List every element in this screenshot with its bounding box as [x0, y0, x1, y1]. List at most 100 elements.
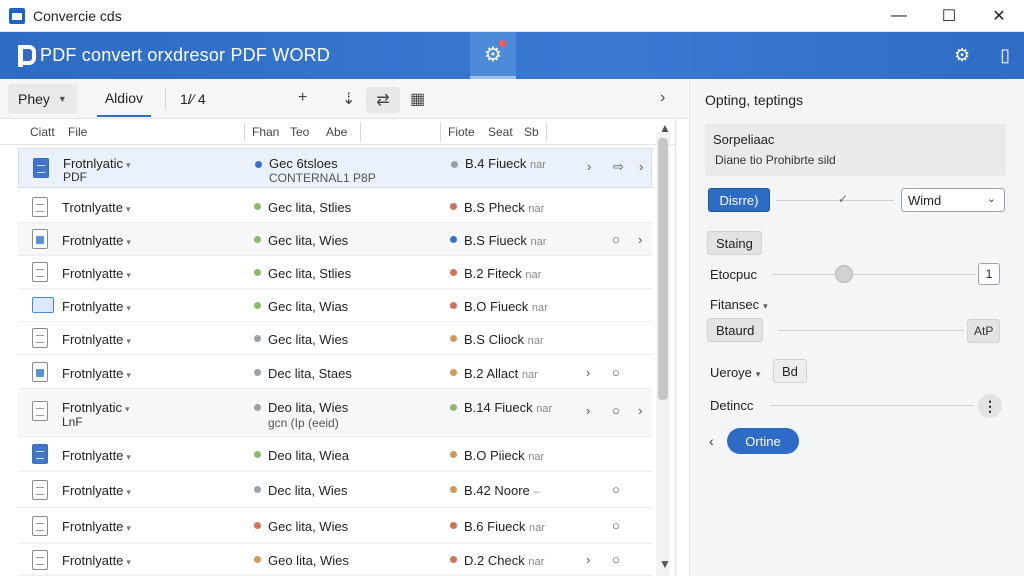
chevron-right-icon[interactable]: › — [586, 552, 590, 567]
table-row[interactable]: Frotnlyatic ▾ LnF Deo lita, Wies gcn (Ip … — [18, 389, 652, 437]
table-row[interactable]: Frotnlyatte ▾ Dec lita, Wies B.42 Noore –… — [18, 472, 652, 508]
format-select[interactable]: Wimd ⌄ — [901, 188, 1005, 212]
table-row[interactable]: Frotnlyatte ▾ Gec lita, Wies B.S Cliock n… — [18, 322, 652, 355]
refresh-icon[interactable]: ○ — [612, 482, 620, 497]
refresh-icon[interactable]: ○ — [612, 232, 620, 247]
header-settings-tab[interactable]: ⚙ — [470, 32, 516, 79]
refresh-icon[interactable]: ○ — [612, 518, 620, 533]
app-header: PDF convert orxdresor PDF WORD ⚙ ⚙ ▯ — [0, 32, 1024, 79]
tab-aldiov[interactable]: Aldiov — [96, 81, 151, 117]
column-header[interactable]: Ciatt — [30, 125, 55, 139]
chevron-right-icon[interactable]: › — [660, 89, 665, 107]
ortine-button[interactable]: Ortine — [727, 428, 799, 454]
table-row[interactable]: Frotnlyatte ▾ Gec lita, Stlies B.2 Fiteck… — [18, 256, 652, 289]
table-row[interactable]: Trotnlyatte ▾ Gec lita, Stlies B.S Pheck … — [18, 191, 652, 223]
row-status: B.S Pheck nar — [464, 200, 545, 215]
column-header[interactable]: Teo — [290, 125, 309, 139]
scroll-up-icon[interactable]: ▲ — [659, 121, 671, 135]
row-detail: Gec lita, Wias — [268, 299, 349, 314]
column-divider — [546, 123, 547, 141]
minimize-button[interactable]: — — [874, 0, 924, 32]
btaurd-chip[interactable]: Btaurd — [707, 318, 764, 342]
status-dot — [450, 522, 457, 529]
ueroye-dropdown[interactable]: Ueroye ▾ — [710, 365, 760, 380]
status-dot — [450, 302, 457, 309]
slider-track[interactable] — [772, 274, 976, 275]
status-dot — [450, 556, 457, 563]
maximize-button[interactable]: ☐ — [924, 0, 974, 32]
download-icon[interactable]: ⇣ — [342, 89, 355, 109]
column-header[interactable]: Fiote — [448, 125, 475, 139]
row-detail: Gec lita, Wies — [268, 233, 349, 248]
document-icon — [32, 197, 48, 217]
filter-dropdown-label: Phey — [18, 90, 50, 107]
table-row[interactable]: Frotnlyatte ▾ Dec lita, Staes B.2 Allact … — [18, 355, 652, 389]
table-row[interactable]: Frotnlyatte ▾ Gec lita, Wies B.6 Fiueck n… — [18, 508, 652, 544]
disrre-button[interactable]: Disrre) — [708, 188, 770, 212]
chevron-right-icon[interactable]: › — [638, 232, 642, 247]
back-arrow-icon[interactable]: ‹ — [709, 433, 714, 449]
chevron-down-icon: ▼ — [57, 93, 67, 104]
fitansec-dropdown[interactable]: Fitansec ▾ — [710, 297, 768, 312]
status-dot — [254, 486, 261, 493]
sort-icon[interactable]: ⇄ — [366, 87, 400, 113]
header-title: PDF convert orxdresor PDF WORD — [40, 45, 331, 65]
column-header[interactable]: Abe — [326, 125, 347, 139]
table-row[interactable]: Frotnlyatte ▾ Gec lita, Wias B.O Fiueck n… — [18, 289, 652, 322]
chevron-right-icon[interactable]: › — [587, 159, 591, 174]
status-dot — [254, 556, 261, 563]
filter-dropdown[interactable]: Phey ▼ — [8, 83, 77, 114]
settings-gear-icon[interactable]: ⚙ — [954, 45, 970, 66]
more-options-icon[interactable]: ⋮ — [978, 394, 1002, 418]
status-dot — [254, 369, 261, 376]
file-name: Frotnlyatte ▾ — [62, 366, 131, 381]
refresh-icon[interactable]: ○ — [612, 365, 620, 380]
option-line — [776, 200, 894, 201]
row-detail: Gec lita, Wies — [268, 519, 349, 534]
status-dot — [254, 302, 261, 309]
grid-view-icon[interactable]: ▦ — [410, 89, 425, 109]
status-dot — [450, 486, 457, 493]
column-header[interactable]: Seat — [488, 125, 513, 139]
chevron-right-icon[interactable]: › — [586, 365, 590, 380]
close-button[interactable]: ✕ — [974, 0, 1024, 32]
slider-knob[interactable] — [835, 265, 853, 283]
refresh-icon[interactable]: ○ — [612, 552, 620, 567]
column-divider — [440, 123, 441, 141]
chevron-right-icon[interactable]: › — [586, 403, 590, 418]
option-line — [778, 330, 964, 331]
convert-arrow-icon[interactable]: ⇨ — [613, 159, 624, 175]
document-icon[interactable]: ▯ — [1000, 45, 1010, 66]
status-dot — [450, 269, 457, 276]
file-type: LnF — [62, 415, 83, 429]
column-header[interactable]: Sb — [524, 125, 539, 139]
add-icon[interactable]: + — [298, 89, 307, 107]
etocpuc-value-box[interactable]: 1 — [978, 263, 1000, 285]
file-name: Frotnlyatte ▾ — [62, 553, 131, 568]
table-row[interactable]: Frotnlyatte ▾ Deo lita, Wiea B.O Piieck n… — [18, 437, 652, 472]
chevron-right-icon[interactable]: › — [638, 403, 642, 418]
table-row[interactable]: Frotnlyatte ▾ Geo lita, Wies D.2 Check na… — [18, 544, 652, 576]
ueroye-value[interactable]: Bd — [773, 359, 807, 383]
column-divider — [360, 123, 361, 141]
column-header[interactable]: File — [68, 125, 87, 139]
document-icon — [32, 516, 48, 536]
document-icon — [32, 401, 48, 421]
table-row[interactable]: Frotnlyatte ▾ Gec lita, Wies B.S Fiueck n… — [18, 223, 652, 256]
staing-chip[interactable]: Staing — [707, 231, 762, 255]
scroll-down-icon[interactable]: ▼ — [659, 557, 671, 571]
row-status: B.6 Fiueck nar — [464, 519, 545, 534]
refresh-icon[interactable]: ○ — [612, 403, 620, 418]
status-dot — [254, 451, 261, 458]
panel-title: Opting, teptings — [705, 92, 804, 108]
column-header[interactable]: Fhan — [252, 125, 279, 139]
chevron-right-icon[interactable]: › — [639, 159, 643, 174]
btaurd-value[interactable]: AtP — [967, 319, 1001, 343]
chevron-down-icon: ⌄ — [986, 193, 996, 205]
document-icon — [32, 550, 48, 570]
table-row[interactable]: Frotnlyatic ▾ PDF Gec 6tsloes CONTERNAL1 … — [18, 148, 652, 188]
pdf-blue-icon — [32, 444, 48, 464]
scrollbar-thumb[interactable] — [658, 138, 668, 400]
summary-text: Diane tio Prohibrte sild — [715, 153, 836, 167]
window-controls: — ☐ ✕ — [874, 0, 1024, 32]
